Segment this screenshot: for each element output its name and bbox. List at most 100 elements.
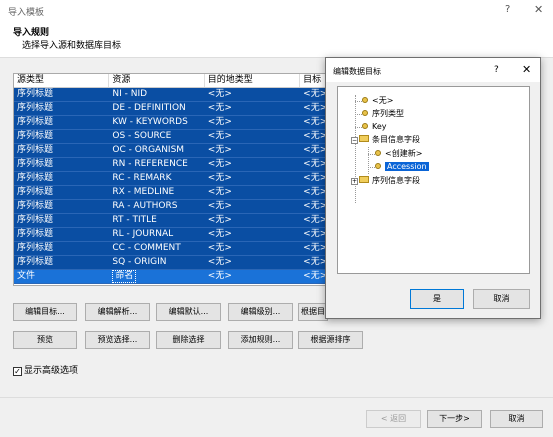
target-tree[interactable]: <无> 序列类型 Key − 条目信息字段 <创建新> Accession + 序列… bbox=[337, 86, 530, 274]
close-icon[interactable]: ✕ bbox=[534, 3, 543, 16]
cell-source-type: 序列标题 bbox=[17, 159, 54, 169]
preview-button[interactable]: 预览 bbox=[13, 331, 77, 349]
table-row-selected[interactable]: 文件 命名 <无> <无> bbox=[14, 270, 332, 284]
cell-destination-type: <无> bbox=[207, 271, 232, 281]
table-row[interactable]: 序列标题 RA - AUTHORS <无> <无> bbox=[14, 200, 332, 214]
dialog-cancel-button[interactable]: 取消 bbox=[473, 289, 530, 309]
tree-line bbox=[368, 154, 375, 155]
tree-node-accession[interactable]: Accession bbox=[375, 161, 429, 173]
table-row[interactable]: 序列标题 NI - NID <无> <无> bbox=[14, 88, 332, 102]
cell-resource: NI - NID bbox=[112, 89, 148, 99]
edit-level-button[interactable]: 编辑级别... bbox=[228, 303, 293, 321]
edit-parse-button[interactable]: 编辑解析... bbox=[85, 303, 150, 321]
tree-node-none[interactable]: <无> bbox=[362, 95, 393, 107]
field-icon bbox=[362, 97, 368, 103]
help-button[interactable]: ? bbox=[505, 4, 510, 15]
tree-line bbox=[368, 167, 375, 168]
dialog-help-button[interactable]: ? bbox=[494, 65, 499, 75]
tree-node-create-new[interactable]: <创建新> bbox=[375, 148, 422, 160]
cell-source-type: 序列标题 bbox=[17, 229, 54, 239]
cell-destination-type: <无> bbox=[207, 243, 232, 253]
tree-node-label: <无> bbox=[372, 96, 394, 105]
expand-icon[interactable]: + bbox=[351, 178, 358, 185]
wizard-header: 导入规则 选择导入源和数据库目标 bbox=[0, 22, 553, 58]
table-row[interactable]: 序列标题 RN - REFERENCE <无> <无> bbox=[14, 158, 332, 172]
cell-destination-type: <无> bbox=[207, 159, 232, 169]
cell-source-type: 序列标题 bbox=[17, 257, 54, 267]
delete-select-button[interactable]: 删除选择 bbox=[156, 331, 221, 349]
tree-node-label-selected: Accession bbox=[385, 162, 429, 171]
cell-destination-type: <无> bbox=[207, 229, 232, 239]
cell-destination-type: <无> bbox=[207, 145, 232, 155]
preview-select-button[interactable]: 预览选择... bbox=[85, 331, 150, 349]
tree-node-label: 序列类型 bbox=[372, 109, 404, 118]
window-title: 导入模板 bbox=[8, 8, 45, 18]
table-row[interactable]: 序列标题 CC - COMMENT <无> <无> bbox=[14, 242, 332, 256]
field-icon bbox=[375, 150, 381, 156]
next-button[interactable]: 下一步> bbox=[427, 410, 482, 428]
cancel-button[interactable]: 取消 bbox=[490, 410, 543, 428]
edit-target-button[interactable]: 编辑目标... bbox=[13, 303, 77, 321]
cell-resource: SQ - ORIGIN bbox=[112, 257, 167, 267]
cell-resource: KW - KEYWORDS bbox=[112, 117, 188, 127]
cell-resource: OC - ORGANISM bbox=[112, 145, 185, 155]
table-row[interactable]: 序列标题 KW - KEYWORDS <无> <无> bbox=[14, 116, 332, 130]
dialog-ok-button[interactable]: 是 bbox=[410, 289, 464, 309]
cell-source-type: 序列标题 bbox=[17, 89, 54, 99]
cell-resource: DE - DEFINITION bbox=[112, 103, 186, 113]
tree-node-label: Key bbox=[372, 122, 387, 131]
table-row[interactable]: 序列标题 DE - DEFINITION <无> <无> bbox=[14, 102, 332, 116]
dialog-titlebar: 编辑数据目标 ? ✕ bbox=[326, 58, 540, 82]
add-rule-button[interactable]: 添加规则... bbox=[228, 331, 293, 349]
dialog-close-icon[interactable]: ✕ bbox=[522, 63, 531, 76]
footer-divider bbox=[0, 397, 553, 398]
tree-node-entry-fields[interactable]: − 条目信息字段 bbox=[351, 134, 420, 146]
cell-destination-type: <无> bbox=[207, 257, 232, 267]
table-row[interactable]: 序列标题 OS - SOURCE <无> <无> bbox=[14, 130, 332, 144]
cell-resource: CC - COMMENT bbox=[112, 243, 181, 253]
column-header-destination-type[interactable]: 目的地类型 bbox=[205, 74, 301, 87]
cell-source-type: 序列标题 bbox=[17, 187, 54, 197]
tree-node-label: <创建新> bbox=[385, 149, 423, 158]
tree-node-seq-type[interactable]: 序列类型 bbox=[362, 108, 404, 120]
cell-resource: 命名 bbox=[109, 270, 204, 283]
table-row[interactable]: 序列标题 OC - ORGANISM <无> <无> bbox=[14, 144, 332, 158]
table-row[interactable]: 序列标题 RC - REMARK <无> <无> bbox=[14, 172, 332, 186]
cell-destination-type: <无> bbox=[207, 187, 232, 197]
cell-destination-type: <无> bbox=[207, 201, 232, 211]
tree-node-key[interactable]: Key bbox=[362, 121, 387, 133]
collapse-icon[interactable]: − bbox=[351, 137, 358, 144]
table-row[interactable]: 序列标题 RL - JOURNAL <无> <无> bbox=[14, 228, 332, 242]
cell-resource: RT - TITLE bbox=[112, 215, 157, 225]
sort-by-source-button[interactable]: 根据源排序 bbox=[298, 331, 363, 349]
cell-destination-type: <无> bbox=[207, 131, 232, 141]
show-advanced-checkbox[interactable]: ✓ 显示高级选项 bbox=[13, 363, 78, 376]
table-header: 源类型 资源 目的地类型 目标 bbox=[14, 74, 332, 88]
field-icon bbox=[362, 123, 368, 129]
table-row[interactable]: 序列标题 SQ - ORIGIN <无> <无> bbox=[14, 256, 332, 270]
import-rules-table[interactable]: 源类型 资源 目的地类型 目标 序列标题 NI - NID <无> <无> 序列标题 D… bbox=[13, 73, 333, 286]
tree-line bbox=[355, 114, 362, 115]
cell-destination-type: <无> bbox=[207, 89, 232, 99]
folder-open-icon bbox=[359, 135, 369, 142]
field-icon bbox=[362, 110, 368, 116]
by-target-button[interactable]: 根据目 bbox=[298, 303, 328, 321]
cell-source-type: 序列标题 bbox=[17, 173, 54, 183]
cell-source-type: 序列标题 bbox=[17, 117, 54, 127]
edit-default-button[interactable]: 编辑默认... bbox=[156, 303, 221, 321]
dialog-title: 编辑数据目标 bbox=[333, 67, 381, 76]
cell-resource: RN - REFERENCE bbox=[112, 159, 188, 169]
table-row[interactable]: 序列标题 RT - TITLE <无> <无> bbox=[14, 214, 332, 228]
tree-node-seq-fields[interactable]: + 序列信息字段 bbox=[351, 175, 420, 187]
cell-source-type: 序列标题 bbox=[17, 131, 54, 141]
column-header-source-type[interactable]: 源类型 bbox=[14, 74, 110, 87]
window-titlebar: 导入模板 ? ✕ bbox=[0, 0, 553, 22]
cell-resource: RX - MEDLINE bbox=[112, 187, 175, 197]
page-title: 导入规则 bbox=[13, 28, 50, 38]
column-header-resource[interactable]: 资源 bbox=[109, 74, 205, 87]
cell-source-type: 序列标题 bbox=[17, 243, 54, 253]
checkbox-icon[interactable]: ✓ bbox=[13, 367, 22, 376]
table-row[interactable]: 序列标题 RX - MEDLINE <无> <无> bbox=[14, 186, 332, 200]
edit-data-target-dialog: 编辑数据目标 ? ✕ <无> 序列类型 Key − 条目信息字段 <创建新> Ac… bbox=[325, 57, 541, 319]
back-button[interactable]: < 返回 bbox=[366, 410, 421, 428]
